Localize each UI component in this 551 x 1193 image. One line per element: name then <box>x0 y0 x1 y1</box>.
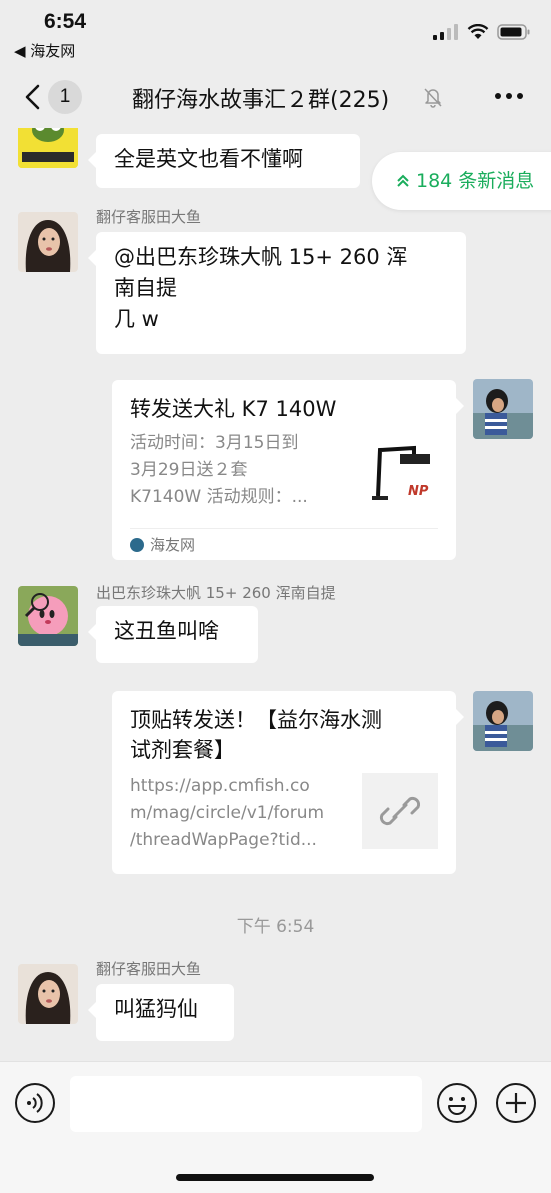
avatar-self[interactable] <box>473 379 533 439</box>
card-desc-line: /threadWapPage?tid... <box>130 830 317 850</box>
back-to-app-link[interactable]: ◀ 海友网 <box>14 40 75 61</box>
avatar-woman[interactable] <box>18 964 78 1024</box>
home-indicator <box>176 1174 374 1181</box>
card-title: 转发送大礼 K7 140W <box>130 397 337 421</box>
signal-icon <box>433 24 458 40</box>
card-thumb-text: NP <box>408 484 429 499</box>
card-source-label: 海友网 <box>150 536 196 554</box>
status-time: 6:54 <box>44 10 87 33</box>
message-text-line: 几 w <box>114 307 159 331</box>
emoji-icon <box>448 1097 466 1115</box>
input-bar <box>0 1061 551 1193</box>
sender-name: 出巴东珍珠大帆 15+ 260 浑南自提 <box>96 584 336 602</box>
sender-name: 翻仔客服田大鱼 <box>96 208 202 226</box>
message-text: 叫猛犸仙 <box>114 997 198 1021</box>
plus-icon <box>506 1093 526 1113</box>
voice-button[interactable] <box>15 1083 55 1123</box>
sender-name: 翻仔客服田大鱼 <box>96 960 202 978</box>
more-dots-icon[interactable] <box>494 92 524 100</box>
new-messages-label: 184 条新消息 <box>416 170 535 192</box>
double-chevron-up-icon <box>396 152 410 210</box>
message-text: 全是英文也看不懂啊 <box>114 147 303 171</box>
link-icon <box>379 796 421 826</box>
avatar-frog[interactable] <box>18 128 78 168</box>
card-thumbnail: NP <box>368 438 438 508</box>
back-chevron-icon[interactable] <box>18 82 48 112</box>
message-text: 这丑鱼叫啥 <box>114 619 219 643</box>
card-title-line: 顶贴转发送！【益尔海水测 <box>130 708 382 732</box>
emoji-button[interactable] <box>437 1083 477 1123</box>
message-list[interactable]: 全是英文也看不懂啊 翻仔客服田大鱼 @出巴东珍珠大帆 15+ 260 浑 南自提… <box>0 128 551 1061</box>
message-bubble[interactable]: 全是英文也看不懂啊 <box>88 134 360 188</box>
message-input[interactable] <box>70 1076 422 1132</box>
link-card[interactable]: 转发送大礼 K7 140W 活动时间：3月15日到 3月29日送２套 K7140… <box>112 380 464 560</box>
link-card[interactable]: 顶贴转发送！【益尔海水测 试剂套餐】 https://app.cmfish.co… <box>112 691 464 874</box>
wifi-icon <box>467 24 489 39</box>
card-desc-line: https://app.cmfish.co <box>130 776 310 796</box>
plus-button[interactable] <box>496 1083 536 1123</box>
timestamp: 下午 6:54 <box>236 917 315 937</box>
link-thumbnail <box>362 773 438 849</box>
avatar-woman[interactable] <box>18 212 78 272</box>
voice-icon <box>27 1093 43 1113</box>
card-desc-line: 活动时间：3月15日到 <box>130 433 299 453</box>
new-messages-button[interactable]: 184 条新消息 <box>372 152 551 210</box>
card-desc-line: m/mag/circle/v1/forum <box>130 803 325 823</box>
chat-title: 翻仔海水故事汇２群(225) <box>132 88 390 113</box>
message-bubble[interactable]: 叫猛犸仙 <box>88 984 234 1041</box>
chat-header: 1 翻仔海水故事汇２群(225) <box>0 66 551 128</box>
message-text-line: 南自提 <box>114 276 177 300</box>
status-icons <box>433 24 531 40</box>
unread-count-badge[interactable]: 1 <box>48 80 82 114</box>
message-bubble[interactable]: 这丑鱼叫啥 <box>88 606 258 663</box>
card-desc-line: 3月29日送２套 <box>130 460 248 480</box>
message-text-line: @出巴东珍珠大帆 15+ 260 浑 <box>114 245 408 269</box>
source-logo-icon <box>130 538 144 552</box>
message-bubble[interactable]: @出巴东珍珠大帆 15+ 260 浑 南自提 几 w <box>88 232 466 354</box>
status-bar: 6:54 ◀ 海友网 <box>0 0 551 66</box>
card-title-line: 试剂套餐】 <box>130 738 235 762</box>
battery-icon <box>497 24 530 40</box>
mute-bell-icon <box>424 88 442 108</box>
avatar-self[interactable] <box>473 691 533 751</box>
card-desc-line: K7140W 活动规则：... <box>130 487 308 507</box>
card-source: 海友网 <box>130 528 438 560</box>
avatar-kirby[interactable] <box>18 586 78 646</box>
